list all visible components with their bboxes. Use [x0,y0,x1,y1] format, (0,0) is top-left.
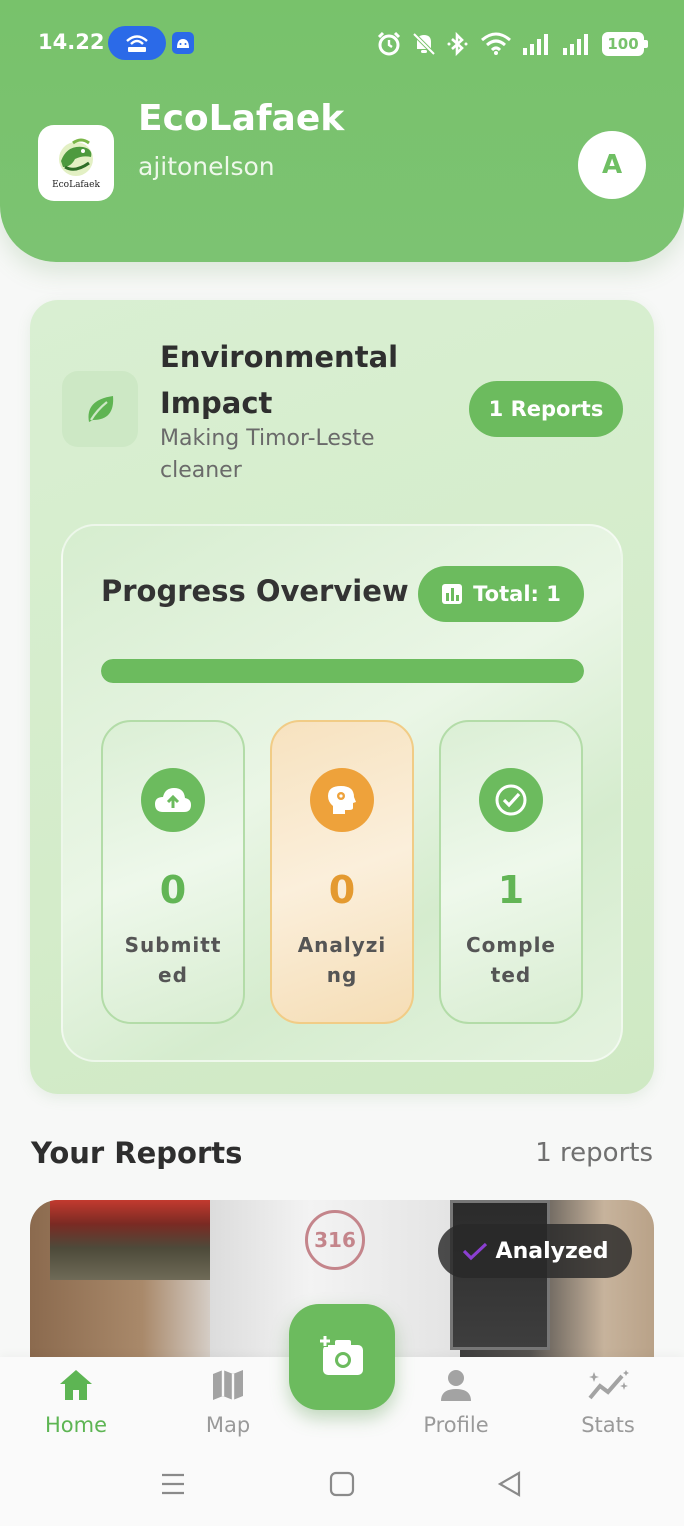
status-icons: 100 [376,28,648,60]
mute-bell-icon [412,32,436,56]
stat-card-completed[interactable]: 1 Completed [439,720,583,1024]
cloud-upload-icon [155,788,191,812]
status-label: Analyzed [495,1238,609,1264]
reports-count-badge: 1 Reports [469,381,623,437]
header: 14.22 100 EcoLafaek EcoLafaek ajitonelso… [0,0,684,262]
home-square-icon[interactable] [329,1471,355,1497]
alarm-icon [377,31,401,56]
app-screen: 14.22 100 EcoLafaek EcoLafaek ajitonelso… [0,0,684,1526]
nav-label: Profile [423,1413,489,1437]
stat-value: 0 [159,868,187,912]
wifi-icon [481,32,511,55]
nav-profile[interactable]: Profile [396,1365,516,1437]
add-photo-icon [319,1335,363,1375]
progress-overview-panel: Progress Overview Total: 1 0 Submitted 0 [61,524,623,1062]
nav-label: Stats [581,1413,635,1437]
app-title: EcoLafaek [138,98,345,139]
total-badge: Total: 1 [418,566,584,622]
nav-label: Map [205,1413,251,1437]
reports-count: 1 reports [535,1138,653,1168]
nav-label: Home [44,1413,107,1437]
stat-value: 1 [497,868,525,912]
stat-card-submitted[interactable]: 0 Submitted [101,720,245,1024]
stat-card-analyzing[interactable]: 0 Analyzing [270,720,414,1024]
stat-value: 0 [328,868,356,912]
total-label: Total: 1 [473,582,561,606]
stat-label: Analyzing [297,933,387,987]
nav-map[interactable]: Map [168,1365,288,1437]
avatar[interactable]: A [578,131,646,199]
impact-subtitle: Making Timor-Leste cleaner [160,426,375,483]
checkmark-icon [462,1242,487,1261]
stat-icon-wrap [479,768,543,832]
nav-home[interactable]: Home [16,1365,136,1437]
person-icon [441,1370,471,1401]
impact-card: Environmental Impact Making Timor-Leste … [30,300,654,1094]
app-logo: EcoLafaek [38,125,114,201]
impact-title: Environmental Impact [160,340,399,420]
progress-bar [101,659,584,683]
bluetooth-icon [447,31,468,57]
stat-label: Submitted [124,933,222,987]
hotspot-pill-icon [108,26,166,60]
sparkle-chart-icon [588,1370,629,1400]
stat-icon-wrap [310,768,374,832]
add-report-button[interactable] [289,1304,395,1410]
username: ajitonelson [138,152,275,181]
bar-chart-icon [442,584,463,604]
status-time: 14.22 [38,30,105,54]
system-nav-bar [0,1457,684,1526]
home-icon [60,1370,92,1400]
status-badge: Analyzed [438,1224,632,1278]
battery-icon: 100 [602,32,648,56]
brain-gear-icon [328,786,356,814]
signal-icon-2 [563,34,588,55]
stat-label: Completed [466,933,556,987]
leaf-icon-box [62,371,138,447]
back-icon[interactable] [497,1471,523,1497]
progress-bar-fill [101,659,584,683]
status-bar: 14.22 100 [0,26,684,62]
recents-menu-icon[interactable] [160,1471,186,1497]
check-circle-icon [495,784,527,816]
stat-icon-wrap [141,768,205,832]
progress-title: Progress Overview [101,574,409,608]
android-icon [172,32,194,54]
jar-label: 316 [305,1210,365,1270]
signal-icon [523,34,548,55]
reports-heading: Your Reports [31,1136,243,1170]
nav-stats[interactable]: Stats [548,1365,668,1437]
crocodile-logo-icon [59,138,93,176]
logo-caption: EcoLafaek [52,179,100,190]
report-photo [50,1200,210,1280]
leaf-icon [88,396,114,422]
map-icon [213,1370,243,1400]
